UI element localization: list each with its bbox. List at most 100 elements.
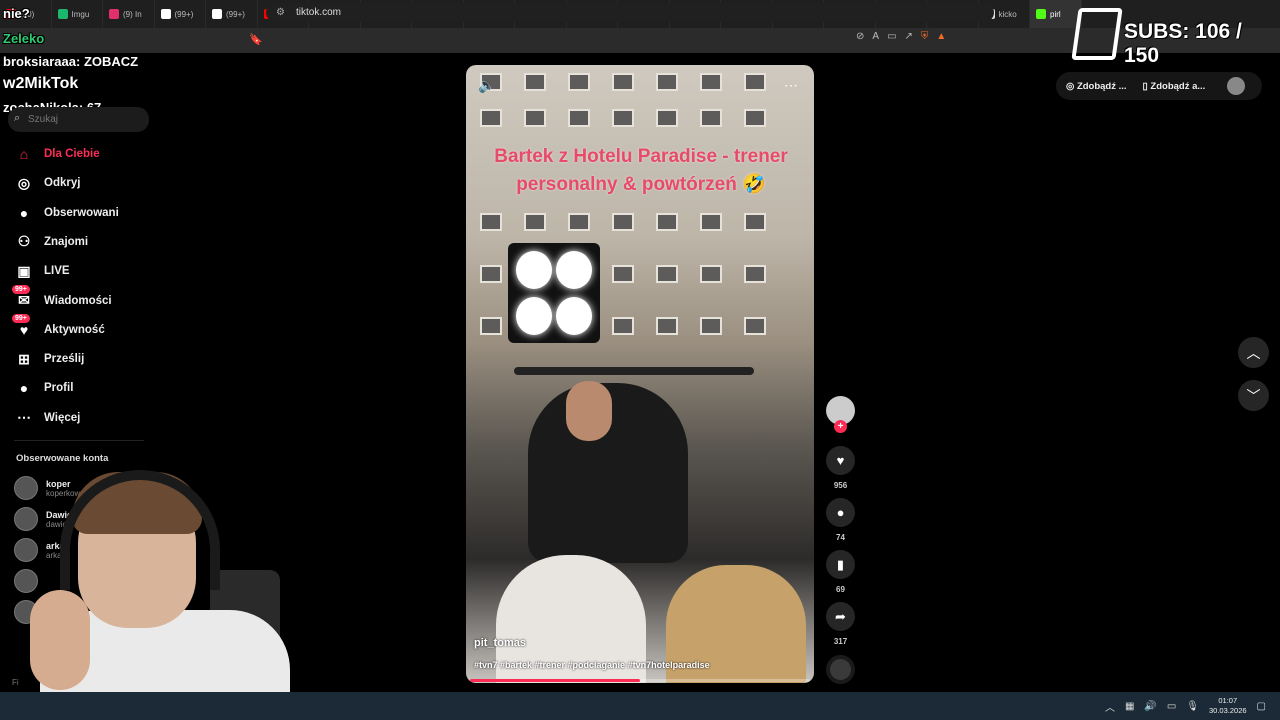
more-options-icon[interactable]: ⋯	[784, 77, 798, 94]
mic-icon[interactable]: 🎙	[1186, 701, 1199, 712]
tray-expand-icon[interactable]: ︿	[1105, 699, 1115, 714]
tab-favicon-icon	[109, 9, 119, 19]
tab-label: pirl	[1050, 9, 1061, 19]
comment-count: 74	[836, 533, 845, 542]
video-progress-bar[interactable]	[470, 679, 810, 682]
browser-tab[interactable]: pirl	[1030, 0, 1082, 28]
search-icon: ⌕	[14, 112, 21, 124]
sidebar-item-home[interactable]: ⌂ Dla Ciebie	[14, 143, 100, 165]
tab-label: (99+)	[226, 9, 245, 19]
no-translate-icon[interactable]: ⊘	[856, 31, 864, 42]
like-count: 956	[833, 481, 848, 490]
tab-favicon-icon	[212, 9, 222, 19]
pullup-bar	[514, 367, 754, 375]
friends-icon: ⚇	[17, 233, 31, 250]
site-info-icon[interactable]: ⚙	[276, 7, 285, 18]
address-bar-actions: ⊘ A ▭ ↗ ⛨ ▲	[856, 31, 946, 42]
network-icon[interactable]: ▦	[1125, 701, 1134, 712]
video-caption: Bartek z Hotelu Paradise - trener person…	[494, 146, 788, 195]
home-icon: ⌂	[19, 146, 29, 162]
sidebar-item-more[interactable]: ⋯ Więcej	[14, 407, 80, 429]
url-field[interactable]: ⚙ tiktok.com	[266, 3, 994, 22]
display-icon[interactable]: ▭	[1167, 701, 1176, 712]
brave-rewards-icon[interactable]: ▲	[936, 31, 946, 42]
browser-tab[interactable]: (99+)	[155, 0, 206, 28]
sidebar-item-label: LIVE	[44, 265, 70, 278]
system-tray: ︿ ▦ 🔊 ▭ 🎙 01:07 30.03.2026 ▢	[1105, 692, 1266, 720]
next-video-button[interactable]: ﹀	[1238, 380, 1269, 411]
sidebar-item-label: Prześlij	[44, 353, 85, 366]
volume-tray-icon[interactable]: 🔊	[1144, 701, 1156, 712]
bookmark-icon[interactable]: 🔖	[249, 33, 263, 46]
brave-shield-icon[interactable]: ⛨	[921, 31, 929, 42]
music-disc-icon[interactable]	[826, 655, 855, 684]
translate-icon[interactable]: A	[872, 31, 879, 42]
tab-label: kicko	[998, 9, 1017, 19]
chevron-down-icon: ﹀	[1246, 387, 1261, 404]
live-tv-icon: ▣	[17, 262, 31, 279]
sidebar-item-activity[interactable]: ♥ 99+ Aktywność	[12, 313, 105, 341]
share-arrow-icon: ➦	[835, 608, 846, 624]
follow-plus-icon[interactable]: +	[834, 420, 847, 433]
share-icon[interactable]: ↗	[905, 31, 913, 42]
browser-tab[interactable]: Imgu	[52, 0, 103, 28]
sidebar-item-label: Obserwowani	[44, 206, 119, 219]
upload-icon: ⊞	[18, 350, 30, 367]
bookmark-icon: ▮	[836, 556, 845, 572]
top-right-actions: ◎ Zdobądź ... ▯ Zdobądź a...	[1056, 72, 1262, 100]
video-player[interactable]: Bartek z Hotelu Paradise - trener person…	[466, 65, 814, 683]
sidebar-item-label: Więcej	[44, 411, 81, 424]
notification-badge: 99+	[12, 284, 30, 294]
sidebar-item-live-tv[interactable]: ▣ LIVE	[14, 260, 70, 282]
following-avatar-icon: ●	[19, 204, 29, 221]
save-button[interactable]: ▮	[826, 550, 855, 579]
get-app-button[interactable]: ▯ Zdobądź a...	[1143, 81, 1206, 92]
notifications-icon[interactable]: ▢	[1257, 701, 1266, 712]
sidebar-divider	[14, 440, 144, 441]
heart-icon: ♥	[836, 453, 845, 468]
tab-label: (99+)	[174, 9, 194, 19]
search-input[interactable]: ⌕ Szukaj	[8, 107, 149, 132]
tab-favicon-icon	[1036, 9, 1046, 19]
channel-logo	[1071, 8, 1123, 60]
chat-line: w2MikTok	[3, 75, 79, 92]
subs-counter: SUBS: 106 / 150	[1124, 20, 1242, 67]
comment-button[interactable]: ●	[826, 498, 855, 527]
video-hashtags[interactable]: #tvn7 #bartek #trener #podciaganie #tvn7…	[474, 660, 710, 670]
get-coins-button[interactable]: ◎ Zdobądź ...	[1066, 81, 1127, 92]
tab-favicon-icon	[57, 9, 68, 19]
browser-tab[interactable]: (9) In	[103, 0, 155, 28]
chat-line: Zeleko	[3, 31, 45, 46]
sidebar-item-label: Aktywność	[44, 323, 105, 336]
sidebar-item-label: Profil	[44, 382, 74, 395]
tab-label: (9) In	[123, 9, 142, 19]
previous-video-button[interactable]: ︿	[1238, 337, 1269, 368]
sidebar-item-friends[interactable]: ⚇ Znajomi	[14, 231, 88, 253]
system-clock[interactable]: 01:07 30.03.2026	[1209, 696, 1247, 716]
notification-badge: 99+	[12, 313, 30, 323]
sidebar-item-profile[interactable]: ● Profil	[14, 377, 74, 399]
user-avatar[interactable]	[1227, 77, 1246, 95]
sidebar-item-messages[interactable]: ✉ 99+ Wiadomości	[12, 284, 112, 312]
browser-tab[interactable]: (99+)	[206, 0, 258, 28]
screen: (20)Imgu(9) In(99+)(99+)(210)pirloImguIm…	[0, 0, 1280, 720]
compass-icon: ◎	[17, 174, 31, 191]
sidebar-item-label: Znajomi	[44, 235, 89, 248]
chat-line: nie?	[3, 6, 30, 21]
comment-icon: ●	[836, 505, 845, 520]
like-button[interactable]: ♥	[826, 446, 855, 475]
sidebar-item-compass[interactable]: ◎ Odkryj	[14, 172, 81, 194]
cast-icon[interactable]: ▭	[887, 31, 896, 42]
studio-light	[508, 243, 600, 343]
streamer-hand	[30, 590, 90, 690]
messages-icon: ✉ 99+	[12, 284, 34, 311]
sidebar-item-label: Odkryj	[44, 177, 81, 190]
chat-line: broksiaraaa: ZOBACZ	[3, 54, 139, 69]
video-author[interactable]: pit_tomas	[474, 637, 526, 649]
sidebar-item-upload[interactable]: ⊞ Prześlij	[14, 348, 84, 370]
volume-icon[interactable]: 🔈	[478, 77, 495, 94]
tab-label: Imgu	[71, 9, 90, 19]
sidebar-item-following-avatar[interactable]: ● Obserwowani	[14, 202, 119, 224]
sidebar-item-label: Wiadomości	[44, 294, 112, 307]
share-button[interactable]: ➦	[826, 602, 855, 631]
